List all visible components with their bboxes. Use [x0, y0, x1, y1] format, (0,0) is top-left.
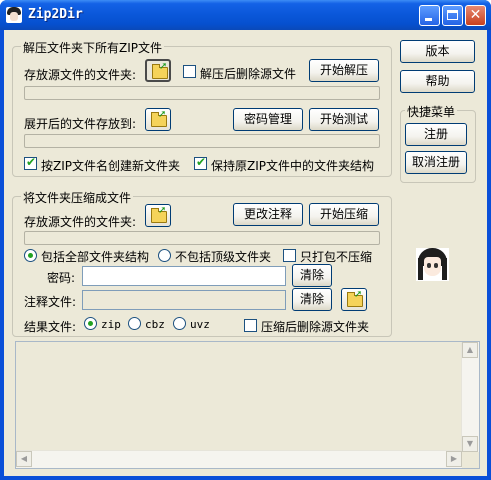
keep-structure-checkbox[interactable]: ✔	[194, 155, 207, 170]
scroll-down-icon[interactable]: ▼	[462, 436, 478, 452]
dialog-client: 解压文件夹下所有ZIP文件 存放源文件的文件夹: ➚ 解压后删除源文件 开始解压…	[4, 30, 487, 476]
scroll-up-icon[interactable]: ▲	[462, 342, 478, 358]
password-manage-button[interactable]: 密码管理	[233, 108, 303, 131]
close-button[interactable]: ✕	[465, 5, 486, 26]
minimize-icon	[425, 18, 432, 21]
format-zip-label: zip	[101, 318, 121, 331]
anime-avatar-icon	[416, 248, 449, 281]
pack-only-checkbox[interactable]	[283, 249, 296, 262]
radio-selected-dot	[28, 253, 33, 258]
log-output-area[interactable]: ▲ ▼ ◀ ▶	[15, 341, 480, 469]
format-zip-radio[interactable]	[84, 317, 97, 330]
unregister-button[interactable]: 取消注册	[405, 151, 467, 174]
clear-comment-button[interactable]: 清除	[292, 288, 332, 311]
extract-target-folder-label: 展开后的文件存放到:	[24, 117, 137, 131]
compress-source-progress	[24, 231, 380, 245]
format-cbz-radio[interactable]	[128, 317, 141, 330]
change-comment-button[interactable]: 更改注释	[233, 203, 303, 226]
radio-selected-dot	[88, 321, 93, 326]
format-uvz-label: uvz	[190, 318, 210, 331]
keep-structure-label: 保持原ZIP文件中的文件夹结构	[211, 159, 374, 173]
maximize-icon	[447, 10, 458, 20]
password-label: 密码:	[47, 271, 76, 285]
close-icon: ✕	[469, 7, 482, 23]
quick-menu-legend: 快捷菜单	[405, 103, 458, 120]
start-compress-button[interactable]: 开始压缩	[309, 203, 379, 226]
horizontal-scrollbar[interactable]: ◀ ▶	[16, 450, 462, 468]
extract-target-browse-button[interactable]: ➚	[145, 108, 171, 131]
format-uvz-radio[interactable]	[173, 317, 186, 330]
format-cbz-label: cbz	[145, 318, 165, 331]
start-test-button[interactable]: 开始测试	[309, 108, 379, 131]
window-title: Zip2Dir	[28, 7, 83, 22]
extract-source-folder-label: 存放源文件的文件夹:	[24, 68, 137, 82]
delete-after-compress-checkbox[interactable]	[244, 319, 257, 332]
start-extract-button[interactable]: 开始解压	[309, 59, 379, 82]
comment-file-browse-button[interactable]: ➚	[341, 288, 367, 311]
scroll-left-icon[interactable]: ◀	[16, 451, 32, 467]
delete-after-extract-label: 解压后删除源文件	[200, 67, 297, 81]
extract-source-progress	[24, 86, 380, 100]
compress-source-folder-label: 存放源文件的文件夹:	[24, 215, 137, 229]
delete-after-extract-checkbox[interactable]	[183, 65, 196, 78]
compress-source-browse-button[interactable]: ➚	[145, 204, 171, 227]
scroll-right-icon[interactable]: ▶	[446, 451, 462, 467]
version-button[interactable]: 版本	[400, 40, 475, 63]
app-avatar-icon	[6, 7, 22, 23]
extract-group-legend: 解压文件夹下所有ZIP文件	[21, 39, 164, 56]
include-all-structure-radio[interactable]	[24, 249, 37, 262]
pack-only-label: 只打包不压缩	[300, 250, 373, 264]
include-all-structure-label: 包括全部文件夹结构	[41, 250, 150, 264]
exclude-top-folder-label: 不包括顶级文件夹	[175, 250, 272, 264]
result-file-label: 结果文件:	[24, 320, 77, 334]
extract-source-browse-button[interactable]: ➚	[145, 59, 171, 82]
compress-group-legend: 将文件夹压缩成文件	[21, 189, 134, 206]
extract-target-progress	[24, 134, 380, 148]
title-bar[interactable]: Zip2Dir ✕	[0, 0, 491, 30]
comment-file-label: 注释文件:	[24, 295, 77, 309]
checkmark-icon: ✔	[26, 155, 37, 169]
register-button[interactable]: 注册	[405, 123, 467, 146]
minimize-button[interactable]	[419, 5, 440, 26]
app-window: Zip2Dir ✕ 解压文件夹下所有ZIP文件 存放源文件的文件夹: ➚ 解压后…	[0, 0, 491, 480]
checkmark-icon: ✔	[196, 155, 207, 169]
vertical-scrollbar[interactable]: ▲ ▼	[461, 342, 479, 452]
password-input[interactable]	[82, 266, 286, 286]
create-folder-by-name-label: 按ZIP文件名创建新文件夹	[41, 159, 180, 173]
exclude-top-folder-radio[interactable]	[158, 249, 171, 262]
clear-password-button[interactable]: 清除	[292, 264, 332, 287]
maximize-button[interactable]	[442, 5, 463, 26]
help-button[interactable]: 帮助	[400, 70, 475, 93]
comment-file-input[interactable]	[82, 290, 286, 310]
create-folder-by-name-checkbox[interactable]: ✔	[24, 155, 37, 170]
delete-after-compress-label: 压缩后删除源文件夹	[261, 320, 370, 334]
